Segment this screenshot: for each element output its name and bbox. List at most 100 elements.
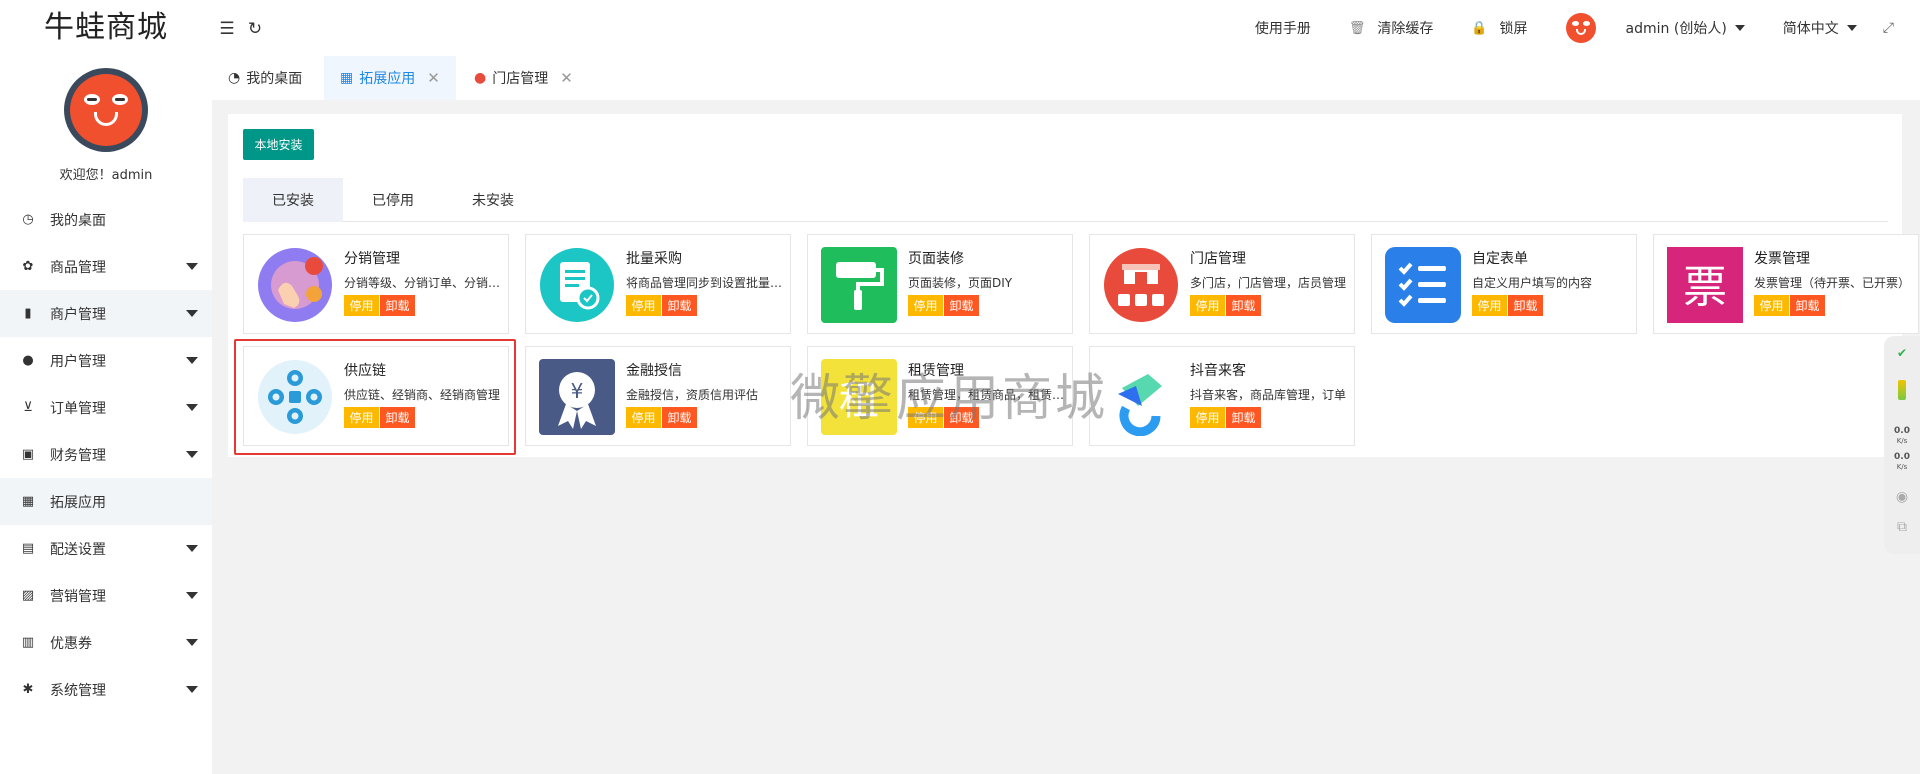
app-name: 自定表单 — [1472, 251, 1528, 267]
avatar[interactable] — [64, 68, 148, 152]
sidebar: 牛蛙商城 欢迎您！admin ◷ 我的桌面 ✿ 商品管理 ▮ 商户管理 ● 用户管理 ⊻ 订单管理… — [0, 0, 212, 774]
close-icon[interactable]: ✕ — [427, 69, 440, 87]
upload-speed: 0.0 K/s — [1890, 426, 1914, 446]
caret-down-icon — [186, 545, 198, 552]
tab-extended-apps[interactable]: ▦ 拓展应用 ✕ — [324, 56, 456, 100]
grid-icon: ▦ — [340, 70, 354, 86]
disable-button[interactable]: 停用 — [626, 407, 661, 428]
user-menu[interactable]: admin (创始人) — [1626, 18, 1745, 38]
lock-screen-button[interactable]: 🔒 锁屏 — [1471, 18, 1527, 38]
app-card[interactable]: 抖音来客 抖音来客，商品库管理，订单 停用 卸载 — [1089, 346, 1355, 446]
app-card[interactable]: 自定表单 自定义用户填写的内容 停用 卸载 — [1371, 234, 1637, 334]
sidebar-item-9[interactable]: ▨ 营销管理 — [0, 572, 212, 619]
download-speed: 0.0 K/s — [1890, 452, 1914, 472]
app-card[interactable]: 批量采购 将商品管理同步到设置批量采购 停用 卸载 — [525, 234, 791, 334]
disable-button[interactable]: 停用 — [344, 295, 379, 316]
sidebar-item-6[interactable]: ▣ 财务管理 — [0, 431, 212, 478]
disable-button[interactable]: 停用 — [626, 295, 661, 316]
app-card[interactable]: 租 租赁管理 租赁管理，租赁商品，租赁订单 停用 卸载 — [807, 346, 1073, 446]
disable-button[interactable]: 停用 — [1754, 295, 1789, 316]
user-avatar[interactable] — [1565, 13, 1596, 43]
sidebar-item-label: 财务管理 — [50, 447, 106, 464]
shield-check-icon[interactable]: ✔ — [1890, 347, 1914, 359]
disable-button[interactable]: 停用 — [1472, 295, 1507, 316]
sidebar-item-8[interactable]: ▤ 配送设置 — [0, 525, 212, 572]
purchase-icon — [538, 246, 616, 324]
local-install-button[interactable]: 本地安装 — [243, 129, 314, 160]
uninstall-button[interactable]: 卸载 — [1508, 295, 1543, 316]
manual-link[interactable]: 使用手册 — [1255, 18, 1311, 38]
screenshot-icon[interactable]: ⧉ — [1890, 520, 1914, 534]
svg-text:¥: ¥ — [571, 379, 584, 403]
uninstall-button[interactable]: 卸载 — [944, 407, 979, 428]
sidebar-item-11[interactable]: ✱ 系统管理 — [0, 666, 212, 713]
sidebar-item-label: 商户管理 — [50, 306, 106, 323]
app-card[interactable]: 票 发票管理 发票管理（待开票、已开票） 停用 卸载 — [1653, 234, 1919, 334]
app-card[interactable]: 页面装修页面装修，页面DIY 停用 卸载 — [807, 234, 1073, 334]
sidebar-item-7[interactable]: ▦ 拓展应用 — [0, 478, 212, 525]
sidebar-item-5[interactable]: ⊻ 订单管理 — [0, 384, 212, 431]
uninstall-button[interactable]: 卸载 — [662, 295, 697, 316]
sidebar-item-10[interactable]: ▥ 优惠券 — [0, 619, 212, 666]
app-name: 批量采购 — [626, 251, 682, 267]
upload-speed-unit: K/s — [1896, 437, 1908, 445]
sidebar-item-label: 优惠券 — [50, 635, 92, 652]
app-description: 页面装修，页面DIY — [908, 276, 1013, 290]
speed-boost-icon[interactable]: ◉ — [1890, 490, 1914, 504]
language-label: 简体中文 — [1782, 21, 1839, 37]
disable-button[interactable]: 停用 — [908, 295, 943, 316]
app-card[interactable]: ¥ 金融授信 金融授信，资质信用评估 停用 卸载 — [525, 346, 791, 446]
distribution-icon — [256, 246, 334, 324]
tab-installed[interactable]: 已安装 — [243, 178, 343, 222]
tab-label: 门店管理 — [492, 71, 549, 87]
invoice-icon: 票 — [1666, 246, 1744, 324]
trash-icon: 🗑 — [1348, 20, 1366, 36]
app-name: 金融授信 — [626, 363, 682, 379]
uninstall-button[interactable]: 卸载 — [380, 295, 415, 316]
frog-icon: ● — [474, 70, 487, 86]
clear-cache-button[interactable]: 🗑 清除缓存 — [1349, 18, 1434, 38]
app-logo: 牛蛙商城 — [44, 10, 168, 45]
tab-store-management[interactable]: ● 门店管理 ✕ — [458, 56, 587, 100]
floating-toolbox: ✔ 0.0 K/s 0.0 K/s ◉ ⧉ — [1884, 336, 1920, 554]
lock-label: 锁屏 — [1499, 21, 1528, 37]
download-speed-value: 0.0 — [1894, 452, 1910, 462]
sidebar-item-label: 配送设置 — [50, 541, 106, 558]
close-icon[interactable]: ✕ — [560, 69, 573, 87]
collapse-menu-icon[interactable]: ☰ — [216, 18, 238, 40]
sidebar-item-label: 拓展应用 — [50, 494, 106, 511]
uninstall-button[interactable]: 卸载 — [1226, 295, 1261, 316]
caret-down-icon — [186, 592, 198, 599]
uninstall-button[interactable]: 卸载 — [1226, 407, 1261, 428]
app-description: 抖音来客，商品库管理，订单 — [1190, 388, 1347, 402]
main-panel: 本地安装 已安装 已停用 未安装 分销管理分销等级、分销订单、分销商管理停用卸载… — [228, 114, 1919, 457]
uninstall-button[interactable]: 卸载 — [944, 295, 979, 316]
app-card[interactable]: 分销管理分销等级、分销订单、分销商管理停用卸载 — [243, 234, 509, 334]
uninstall-button[interactable]: 卸载 — [1790, 295, 1825, 316]
tab-disabled[interactable]: 已停用 — [343, 178, 443, 222]
sidebar-item-4[interactable]: ● 用户管理 — [0, 337, 212, 384]
caret-down-icon — [186, 310, 198, 317]
upload-speed-value: 0.0 — [1894, 426, 1910, 436]
app-name: 分销管理 — [344, 251, 400, 267]
sidebar-item-3[interactable]: ▮ 商户管理 — [0, 290, 212, 337]
lock-icon: 🔒 — [1471, 20, 1488, 36]
disable-button[interactable]: 停用 — [908, 407, 943, 428]
language-select[interactable]: 简体中文 — [1783, 18, 1857, 38]
paint-roller-icon — [820, 246, 898, 324]
disable-button[interactable]: 停用 — [1190, 295, 1225, 316]
uninstall-button[interactable]: 卸载 — [662, 407, 697, 428]
app-description: 发票管理（待开票、已开票） — [1754, 276, 1911, 290]
disable-button[interactable]: 停用 — [1190, 407, 1225, 428]
sidebar-item-1[interactable]: ◷ 我的桌面 — [0, 196, 212, 243]
money-icon: ▣ — [21, 447, 35, 462]
tab-not-installed[interactable]: 未安装 — [443, 178, 543, 222]
app-name: 页面装修 — [908, 251, 964, 267]
sidebar-item-2[interactable]: ✿ 商品管理 — [0, 243, 212, 290]
fullscreen-icon[interactable]: ⤢ — [1883, 20, 1894, 36]
apps-icon: ▦ — [21, 494, 35, 509]
tab-label: 我的桌面 — [246, 71, 303, 87]
app-card[interactable]: 门店管理 多门店，门店管理，店员管理 停用 卸载 — [1089, 234, 1355, 334]
refresh-icon[interactable]: ↻ — [244, 18, 266, 40]
tab-my-desktop[interactable]: ◔ 我的桌面 — [212, 56, 316, 100]
